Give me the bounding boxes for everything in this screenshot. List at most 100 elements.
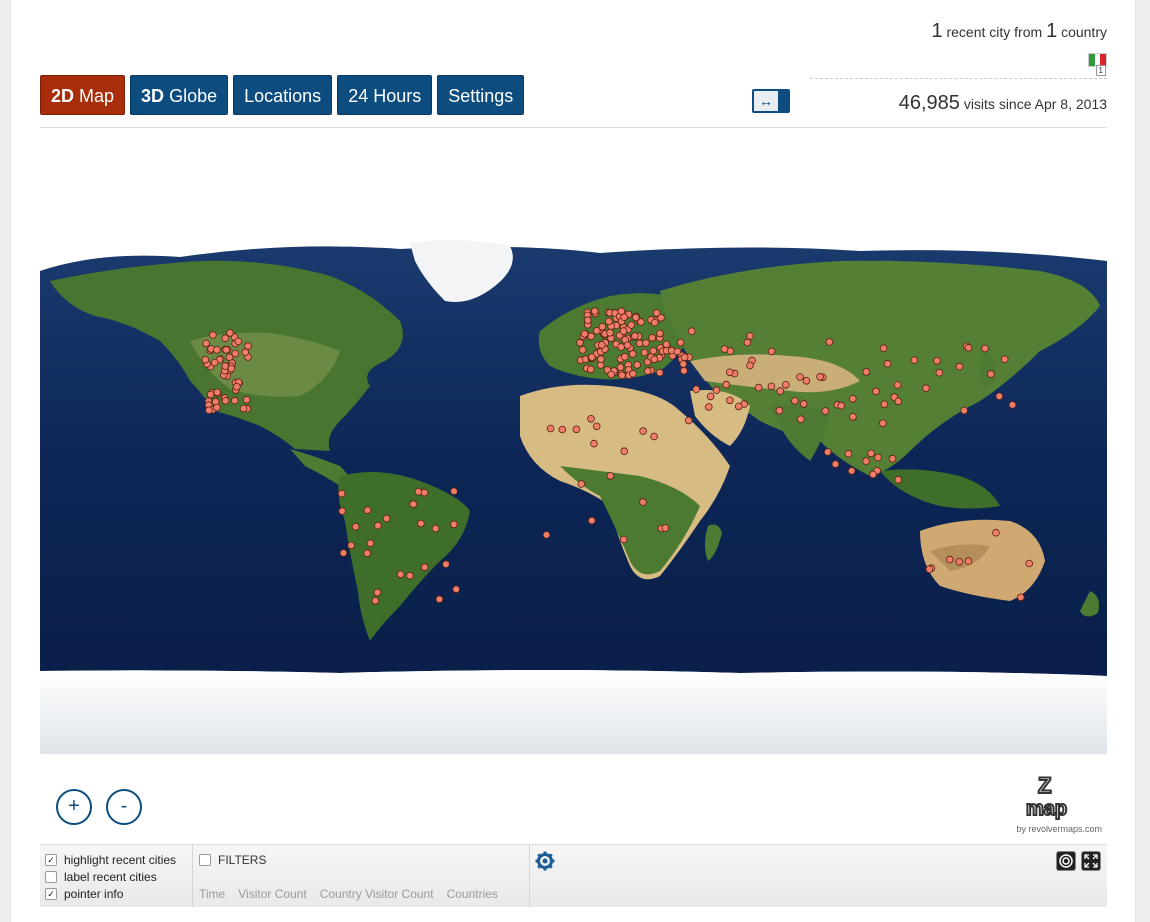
visitor-marker[interactable] [945, 555, 954, 564]
filters-toggle[interactable]: FILTERS [199, 853, 266, 867]
visitor-marker[interactable] [726, 396, 734, 405]
visitor-marker[interactable] [643, 367, 652, 375]
visitor-marker[interactable] [821, 407, 830, 415]
visitor-marker[interactable] [542, 531, 551, 539]
label-checkbox[interactable] [45, 871, 57, 883]
visitor-marker[interactable] [558, 425, 567, 434]
visitor-marker[interactable] [706, 392, 715, 401]
visitor-marker[interactable] [1025, 559, 1033, 568]
zoom-in-icon[interactable]: + [56, 789, 92, 825]
visitor-marker[interactable] [642, 339, 650, 347]
visitor-marker[interactable] [616, 363, 625, 372]
visitor-marker[interactable] [986, 370, 995, 378]
tab-3d-globe[interactable]: 3D Globe [130, 75, 229, 115]
visitor-marker[interactable] [618, 371, 626, 380]
visitor-marker[interactable] [233, 383, 241, 391]
toggle-width-button[interactable]: ↔ [752, 89, 790, 113]
visitor-marker[interactable] [213, 403, 221, 412]
visitor-marker[interactable] [382, 514, 391, 523]
visitor-marker[interactable] [775, 406, 784, 415]
visitor-marker[interactable] [648, 334, 656, 342]
visitor-marker[interactable] [964, 343, 973, 352]
visitor-marker[interactable] [417, 519, 425, 528]
visitor-marker[interactable] [230, 396, 239, 405]
visitor-marker[interactable] [435, 595, 444, 604]
visitor-marker[interactable] [684, 416, 693, 425]
visitor-marker[interactable] [874, 453, 882, 462]
visitor-marker[interactable] [862, 457, 870, 465]
filter-col-time[interactable]: Time [199, 887, 225, 901]
visitor-marker[interactable] [767, 347, 776, 356]
visitor-marker[interactable] [606, 472, 615, 480]
visitor-marker[interactable] [847, 467, 856, 475]
visitor-marker[interactable] [639, 427, 647, 435]
visitor-marker[interactable] [781, 381, 790, 389]
visitor-marker[interactable] [597, 341, 606, 349]
visitor-marker[interactable] [680, 366, 688, 375]
visitor-marker[interactable] [743, 338, 752, 347]
visitor-marker[interactable] [221, 397, 230, 405]
visitor-marker[interactable] [673, 347, 682, 356]
visitor-marker[interactable] [373, 588, 382, 597]
highlight-checkbox[interactable]: ✓ [45, 854, 57, 866]
visitor-marker[interactable] [209, 331, 217, 339]
visitor-marker[interactable] [869, 470, 877, 479]
visitor-marker[interactable] [880, 400, 889, 409]
visitor-marker[interactable] [910, 356, 919, 364]
visitor-marker[interactable] [935, 368, 944, 377]
visitor-marker[interactable] [687, 327, 696, 335]
visitor-marker[interactable] [964, 557, 973, 565]
visitor-marker[interactable] [704, 403, 713, 411]
visitor-marker[interactable] [746, 332, 754, 340]
visitor-marker[interactable] [802, 377, 811, 385]
visitor-marker[interactable] [420, 563, 429, 572]
visitor-marker[interactable] [849, 413, 857, 421]
visitor-marker[interactable] [374, 521, 382, 530]
tab-settings[interactable]: Settings [437, 75, 525, 115]
visitor-marker[interactable] [420, 488, 429, 497]
visitor-marker[interactable] [452, 585, 461, 594]
visitor-marker[interactable] [213, 346, 221, 354]
visitor-marker[interactable] [816, 373, 824, 381]
visitor-marker[interactable] [338, 507, 347, 515]
visitor-marker[interactable] [620, 447, 628, 456]
visitor-marker[interactable] [754, 383, 763, 392]
tab-locations[interactable]: Locations [233, 75, 333, 115]
visitor-marker[interactable] [213, 388, 222, 397]
visitor-marker[interactable] [633, 361, 641, 369]
visitor-marker[interactable] [631, 332, 639, 340]
visitor-marker[interactable] [617, 307, 626, 315]
visitor-marker[interactable] [598, 323, 607, 331]
visitor-marker[interactable] [981, 344, 989, 353]
visitor-marker[interactable] [791, 397, 799, 405]
visitor-marker[interactable] [546, 424, 555, 433]
visitor-marker[interactable] [339, 549, 348, 557]
visitor-marker[interactable] [734, 402, 743, 411]
visitor-marker[interactable] [1000, 355, 1009, 364]
visitor-marker[interactable] [396, 570, 405, 579]
visitor-marker[interactable] [227, 364, 236, 373]
visitor-marker[interactable] [676, 338, 685, 347]
filter-col-country-visitor-count[interactable]: Country Visitor Count [320, 887, 434, 901]
visitor-marker[interactable] [1016, 593, 1025, 602]
visitor-marker[interactable] [720, 345, 729, 353]
visitor-marker[interactable] [226, 329, 234, 337]
visitor-marker[interactable] [823, 448, 832, 456]
visitor-marker[interactable] [725, 368, 734, 377]
visitor-marker[interactable] [371, 596, 380, 605]
visitor-marker[interactable] [572, 425, 581, 434]
visitor-marker[interactable] [222, 346, 231, 354]
visitor-marker[interactable] [597, 355, 605, 363]
visitor-marker[interactable] [722, 380, 730, 389]
visitor-marker[interactable] [576, 338, 584, 347]
visitor-marker[interactable] [239, 404, 248, 413]
visitor-marker[interactable] [894, 475, 902, 484]
visitor-marker[interactable] [620, 352, 629, 361]
visitor-marker[interactable] [363, 549, 372, 558]
fullscreen-icon[interactable] [1082, 852, 1100, 870]
filter-col-countries[interactable]: Countries [447, 887, 498, 901]
visitor-marker[interactable] [234, 337, 243, 346]
visitor-marker[interactable] [442, 560, 450, 569]
visitor-marker[interactable] [995, 392, 1004, 401]
visitor-marker[interactable] [607, 370, 615, 379]
